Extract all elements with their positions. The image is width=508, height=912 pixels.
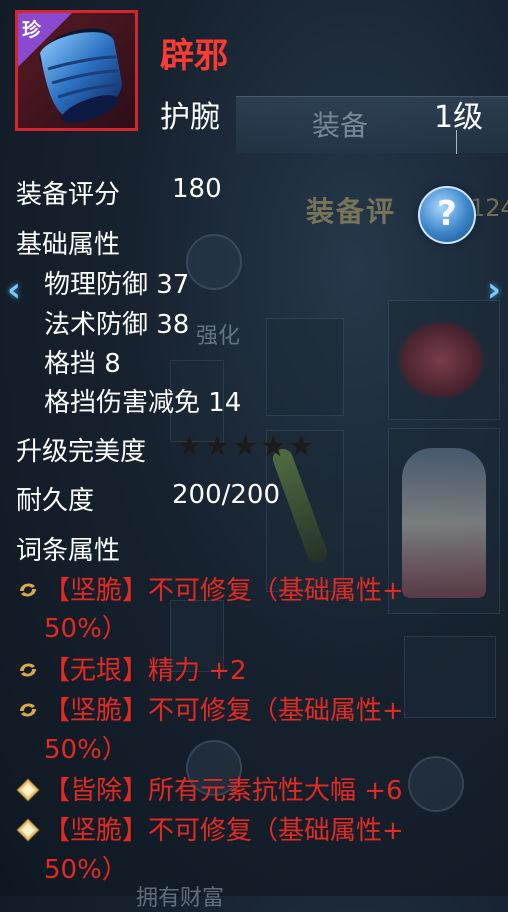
- affix-line: 【坚脆】不可修复（基础属性+: [16, 570, 404, 607]
- help-button[interactable]: ?: [418, 186, 476, 244]
- affix-line: 【无垠】精力 +2: [16, 650, 247, 687]
- star-empty-icon: ★: [231, 429, 259, 464]
- next-arrow-icon[interactable]: ›: [480, 272, 508, 308]
- armor-icon: [402, 448, 486, 598]
- affix-text: 【坚脆】不可修复（基础属性+: [44, 576, 404, 606]
- affix-line: 【皆除】所有元素抗性大幅 +6: [16, 770, 403, 807]
- refresh-icon[interactable]: [408, 756, 464, 812]
- affix-text: 【坚脆】不可修复（基础属性+: [44, 696, 404, 726]
- durability-value: 200/200: [172, 480, 281, 510]
- affix-text: 【坚脆】不可修复（基础属性+: [44, 816, 404, 846]
- base-attributes-label: 基础属性: [16, 230, 121, 260]
- star-empty-icon: ★: [259, 429, 287, 464]
- swirl-icon: [20, 583, 36, 597]
- wealth-label: 拥有财富: [136, 886, 225, 911]
- swirl-icon: [20, 663, 36, 677]
- item-type: 护腕: [160, 100, 220, 135]
- equipment-tab-label: 装备: [312, 109, 369, 142]
- necklace-icon: [396, 320, 486, 400]
- base-attribute: 格挡伤害减免 14: [44, 388, 242, 418]
- durability-label: 耐久度: [16, 486, 95, 516]
- affix-text-cont: 50%）: [44, 735, 128, 765]
- base-attribute: 格挡 8: [44, 349, 121, 379]
- affix-text-cont: 50%）: [44, 855, 128, 885]
- item-level: 1级: [434, 100, 484, 135]
- background-score-title: 装备评: [306, 195, 397, 228]
- item-name: 辟邪: [160, 36, 228, 76]
- diamond-icon: [16, 818, 40, 842]
- star-empty-icon: ★: [203, 429, 231, 464]
- star-empty-icon: ★: [287, 429, 315, 464]
- rarity-label: 珍: [22, 19, 42, 41]
- base-attribute: 物理防御 37: [44, 270, 190, 300]
- equip-slot[interactable]: [404, 636, 496, 718]
- star-empty-icon: ★: [176, 429, 203, 464]
- base-attribute: 法术防御 38: [44, 310, 190, 340]
- affix-text: 【无垠】精力 +2: [44, 656, 247, 686]
- strengthen-label: 强化: [196, 324, 241, 349]
- score-value: 180: [172, 174, 222, 204]
- divider: [456, 130, 457, 154]
- affix-text-cont: 50%）: [44, 614, 128, 644]
- perfection-label: 升级完美度: [16, 437, 147, 467]
- perfection-stars: ★★★★★: [176, 431, 316, 463]
- affix-line: 【坚脆】不可修复（基础属性+: [16, 690, 404, 727]
- affix-attributes-label: 词条属性: [16, 536, 121, 566]
- prev-arrow-icon[interactable]: ‹: [0, 272, 28, 308]
- equip-slot[interactable]: [266, 318, 344, 416]
- hammer-icon[interactable]: [186, 234, 242, 290]
- item-icon-frame: 珍: [15, 10, 138, 131]
- score-label: 装备评分: [16, 180, 121, 210]
- diamond-icon: [16, 778, 40, 802]
- affix-text: 【皆除】所有元素抗性大幅 +6: [44, 776, 403, 806]
- affix-line: 【坚脆】不可修复（基础属性+: [16, 810, 404, 847]
- swirl-icon: [20, 703, 36, 717]
